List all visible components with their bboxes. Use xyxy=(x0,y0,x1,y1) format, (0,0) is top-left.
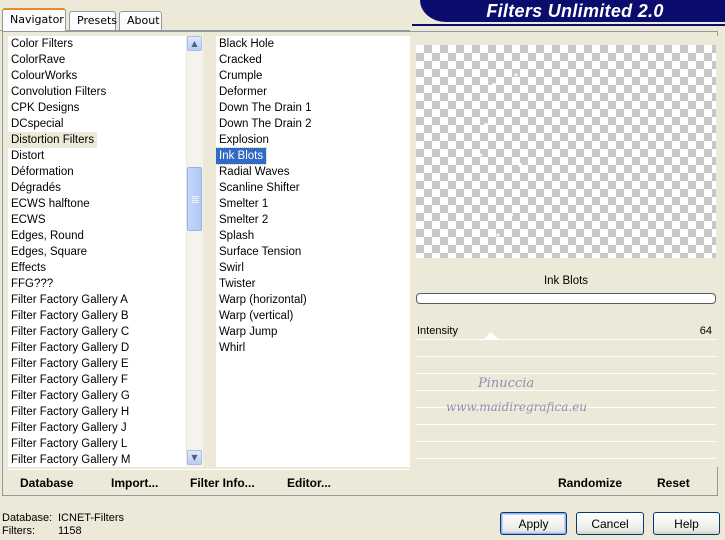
filter-item[interactable]: Warp (horizontal) xyxy=(216,292,310,308)
filter-item[interactable]: Smelter 2 xyxy=(216,212,271,228)
tab-presets[interactable]: Presets xyxy=(69,11,117,30)
category-item[interactable]: Filter Factory Gallery D xyxy=(8,340,132,356)
category-item[interactable]: Filter Factory Gallery J xyxy=(8,420,130,436)
filter-item[interactable]: Whirl xyxy=(216,340,248,356)
category-item[interactable]: DCspecial xyxy=(8,116,66,132)
watermark-name: Pinuccia xyxy=(478,376,535,391)
parameter-row-empty xyxy=(416,443,716,459)
filter-item[interactable]: Surface Tension xyxy=(216,244,304,260)
progress-bar xyxy=(416,293,716,304)
status-database-value: ICNET-Filters xyxy=(58,512,124,524)
filter-item[interactable]: Smelter 1 xyxy=(216,196,271,212)
category-item[interactable]: FFG??? xyxy=(8,276,56,292)
parameter-label: Intensity xyxy=(417,325,458,337)
category-scrollbar[interactable]: ▲ ▼ xyxy=(186,36,203,467)
apply-button[interactable]: Apply xyxy=(500,512,567,535)
category-item[interactable]: Filter Factory Gallery H xyxy=(8,404,132,420)
filter-item[interactable]: Down The Drain 2 xyxy=(216,116,314,132)
filter-item[interactable]: Cracked xyxy=(216,52,265,68)
category-item[interactable]: Filter Factory Gallery A xyxy=(8,292,131,308)
category-item[interactable]: Filter Factory Gallery F xyxy=(8,372,131,388)
status-filters-value: 1158 xyxy=(58,525,82,537)
category-item[interactable]: Filter Factory Gallery E xyxy=(8,356,132,372)
category-item[interactable]: Edges, Round xyxy=(8,228,87,244)
watermark-url: www.maidiregrafica.eu xyxy=(446,400,588,414)
category-item[interactable]: Color Filters xyxy=(8,36,76,52)
filter-item[interactable]: Swirl xyxy=(216,260,247,276)
chevron-down-icon[interactable]: ▼ xyxy=(187,450,202,465)
filter-item[interactable]: Explosion xyxy=(216,132,272,148)
category-item[interactable]: Filter Factory Gallery G xyxy=(8,388,133,404)
parameter-row-empty xyxy=(416,375,716,391)
app-title: Filters Unlimited 2.0 xyxy=(486,1,664,21)
category-item[interactable]: ColorRave xyxy=(8,52,68,68)
category-list[interactable]: Color Filters ColorRave ColourWorks Convolu… xyxy=(8,36,186,467)
editor-button[interactable]: Editor... xyxy=(287,476,331,490)
parameter-value: 64 xyxy=(699,325,712,337)
category-item[interactable]: Filter Factory Gallery B xyxy=(8,308,132,324)
category-item[interactable]: ECWS xyxy=(8,212,49,228)
preview-image xyxy=(416,45,716,258)
tab-about[interactable]: About xyxy=(119,11,162,30)
filter-item[interactable]: Crumple xyxy=(216,68,265,84)
category-item[interactable]: Dégradés xyxy=(8,180,64,196)
filter-item[interactable]: Radial Waves xyxy=(216,164,293,180)
filter-item[interactable]: Splash xyxy=(216,228,257,244)
category-item[interactable]: Distortion Filters xyxy=(8,132,98,148)
database-button[interactable]: Database xyxy=(20,476,73,490)
filter-item[interactable]: Warp Jump xyxy=(216,324,280,340)
filter-info-button[interactable]: Filter Info... xyxy=(190,476,255,490)
banner-underline xyxy=(412,24,725,26)
scrollbar-thumb[interactable] xyxy=(187,167,202,231)
randomize-button[interactable]: Randomize xyxy=(558,476,622,490)
filter-list[interactable]: Black Hole Cracked Crumple Deformer Down The… xyxy=(216,36,410,467)
filter-item[interactable]: Ink Blots xyxy=(216,147,268,165)
ink-blots-preview xyxy=(479,73,526,237)
filter-title: Ink Blots xyxy=(543,275,589,287)
reset-button[interactable]: Reset xyxy=(657,476,690,490)
parameter-row-empty xyxy=(416,341,716,357)
category-item[interactable]: ColourWorks xyxy=(8,68,80,84)
parameter-row-empty xyxy=(416,426,716,442)
category-item[interactable]: Filter Factory Gallery C xyxy=(8,324,132,340)
cancel-button[interactable]: Cancel xyxy=(576,512,644,535)
category-item[interactable]: Edges, Square xyxy=(8,244,90,260)
filter-item[interactable]: Twister xyxy=(216,276,258,292)
help-button[interactable]: Help xyxy=(653,512,720,535)
category-item[interactable]: Filter Factory Gallery L xyxy=(8,436,130,452)
parameter-row-empty xyxy=(416,358,716,374)
filter-item[interactable]: Deformer xyxy=(216,84,270,100)
category-item[interactable]: ECWS halftone xyxy=(8,196,93,212)
status-filters-label: Filters: xyxy=(2,525,35,537)
filter-item[interactable]: Warp (vertical) xyxy=(216,308,296,324)
category-item[interactable]: CPK Designs xyxy=(8,100,82,116)
category-item[interactable]: Déformation xyxy=(8,164,77,180)
category-item[interactable]: Filter Factory Gallery M xyxy=(8,452,134,467)
parameter-row[interactable]: Intensity 64 xyxy=(416,324,716,340)
category-item[interactable]: Convolution Filters xyxy=(8,84,109,100)
category-item[interactable]: Distort xyxy=(8,148,47,164)
filter-item[interactable]: Down The Drain 1 xyxy=(216,100,314,116)
status-database-label: Database: xyxy=(2,512,53,524)
chevron-up-icon[interactable]: ▲ xyxy=(187,36,202,51)
filter-item[interactable]: Black Hole xyxy=(216,36,277,52)
tab-navigator[interactable]: Navigator xyxy=(2,8,66,31)
slider-marker[interactable] xyxy=(482,331,500,341)
category-item[interactable]: Effects xyxy=(8,260,49,276)
filter-item[interactable]: Scanline Shifter xyxy=(216,180,303,196)
import-button[interactable]: Import... xyxy=(111,476,158,490)
